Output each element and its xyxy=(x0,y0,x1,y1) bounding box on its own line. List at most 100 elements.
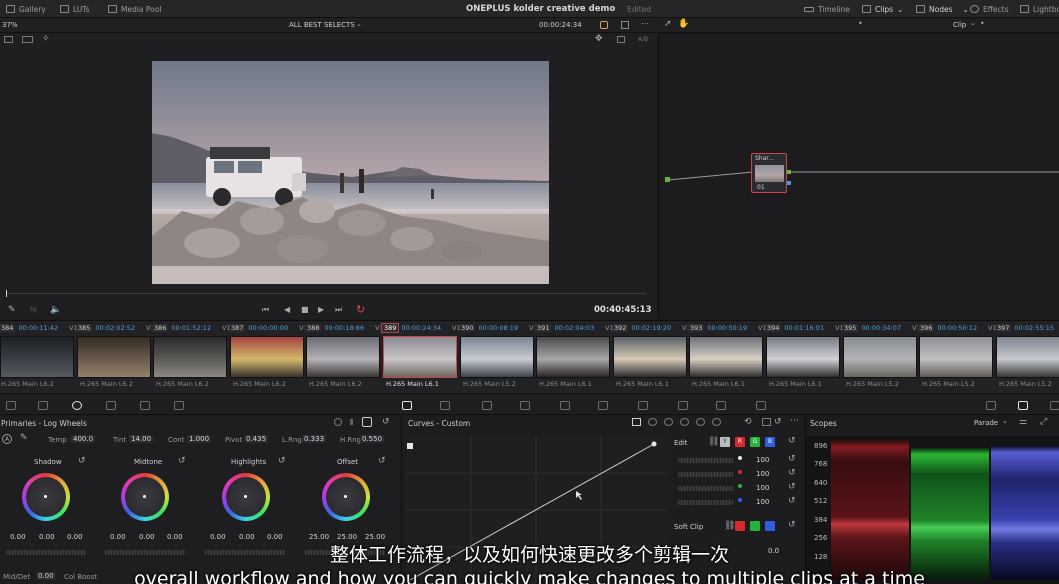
clip-filter-select[interactable]: ALL BEST SELECTS xyxy=(289,21,355,29)
clip-thumbnail[interactable] xyxy=(153,336,227,378)
more-options-icon[interactable]: ⋯ xyxy=(790,416,799,426)
palette-tool-icon[interactable] xyxy=(520,401,530,410)
palette-tool-icon[interactable] xyxy=(678,401,688,410)
palette-tool-icon[interactable] xyxy=(140,401,150,410)
palette-tool-icon[interactable] xyxy=(560,401,570,410)
palette-tool-icon[interactable] xyxy=(1050,401,1059,410)
g-channel-button[interactable]: G xyxy=(750,437,760,447)
sync-icon[interactable]: ⟲ xyxy=(744,417,752,427)
r-channel-button[interactable]: R xyxy=(735,437,745,447)
wipe-icon[interactable] xyxy=(617,36,625,43)
highlights-wheel-puck[interactable] xyxy=(244,495,247,498)
pen-icon[interactable]: ✎ xyxy=(8,305,16,315)
reset-icon[interactable]: ↺ xyxy=(382,417,390,427)
luts-button[interactable]: LUTs xyxy=(60,0,90,18)
shadow-wheel-puck[interactable] xyxy=(44,495,47,498)
node-alpha-output[interactable] xyxy=(787,181,791,185)
curve-mode-icon[interactable] xyxy=(680,418,689,426)
clip-thumbnail[interactable] xyxy=(689,336,763,378)
palette-tool-icon[interactable] xyxy=(6,401,16,410)
clip-thumbnail[interactable] xyxy=(77,336,151,378)
softclip-g-button[interactable] xyxy=(750,521,760,531)
b-channel-button[interactable]: B xyxy=(765,437,775,447)
auto-icon[interactable]: A xyxy=(2,434,12,444)
clip-thumbnail[interactable] xyxy=(230,336,304,378)
magic-wand-icon[interactable]: ✧ xyxy=(42,34,50,44)
clip-thumbnail[interactable] xyxy=(536,336,610,378)
midtone-wheel-puck[interactable] xyxy=(143,495,146,498)
skip-back-icon[interactable]: ⏮ xyxy=(262,305,269,315)
node-mode-select[interactable]: Clip xyxy=(953,21,966,29)
more-options-icon[interactable]: ⋯ xyxy=(641,19,649,28)
link-icon[interactable]: ⛓ xyxy=(724,521,735,531)
palette-tool-icon[interactable] xyxy=(756,401,766,410)
highlight-icon[interactable] xyxy=(600,21,608,29)
scrubber-track[interactable] xyxy=(6,293,646,294)
g-intensity-value[interactable]: 100 xyxy=(756,484,769,492)
node-01[interactable]: Shar... 01 xyxy=(751,153,791,193)
clip-thumbnail[interactable] xyxy=(0,336,74,378)
view-single-icon[interactable] xyxy=(4,36,13,43)
clip-thumbnail[interactable] xyxy=(766,336,840,378)
clips-button[interactable]: Clips ⌄ xyxy=(862,0,903,18)
clip-thumbnail[interactable] xyxy=(613,336,687,378)
playhead[interactable] xyxy=(6,290,7,297)
y-intensity-slider[interactable] xyxy=(678,458,733,463)
play-icon[interactable]: ▶ xyxy=(318,305,324,314)
reset-icon[interactable]: ↺ xyxy=(788,496,796,506)
hand-icon[interactable]: ✋ xyxy=(678,19,689,29)
node-rgb-output[interactable] xyxy=(787,170,791,174)
palette-tool-icon[interactable] xyxy=(598,401,608,410)
scope-mode-select[interactable]: Parade xyxy=(974,419,998,427)
midtone-wheel[interactable] xyxy=(121,473,169,521)
nodes-button[interactable]: Nodes ⌄ xyxy=(916,0,969,18)
r-intensity-value[interactable]: 100 xyxy=(756,470,769,478)
curve-mode-icon[interactable] xyxy=(664,418,673,426)
reset-icon[interactable]: ↺ xyxy=(788,520,796,530)
palette-tool-icon[interactable] xyxy=(716,401,726,410)
pivot-field[interactable]: 0.435 xyxy=(244,435,269,443)
reset-icon[interactable]: ↺ xyxy=(178,456,186,466)
stop-icon[interactable]: ■ xyxy=(301,305,309,314)
timeline-button[interactable]: Timeline xyxy=(804,0,850,18)
clip-thumbnail[interactable] xyxy=(383,336,457,378)
shadow-wheel[interactable] xyxy=(22,473,70,521)
reset-icon[interactable]: ↺ xyxy=(788,436,796,446)
palette-tool-icon[interactable] xyxy=(482,401,492,410)
softclip-r-button[interactable] xyxy=(735,521,745,531)
palette-tool-icon[interactable] xyxy=(402,401,412,410)
viewer-frame[interactable] xyxy=(152,61,549,284)
y-intensity-value[interactable]: 100 xyxy=(756,456,769,464)
auto-balance-icon[interactable] xyxy=(334,418,342,426)
gallery-button[interactable]: Gallery xyxy=(6,0,46,18)
contrast-field[interactable]: 1.000 xyxy=(187,435,212,443)
settings-icon[interactable]: ⚌ xyxy=(1019,417,1027,427)
media-pool-button[interactable]: Media Pool xyxy=(108,0,161,18)
clip-thumbnail[interactable] xyxy=(996,336,1059,378)
wheels-view-icon[interactable] xyxy=(362,417,372,427)
effects-button[interactable]: Effects xyxy=(970,0,1009,18)
clip-thumbnail[interactable] xyxy=(919,336,993,378)
zoom-level[interactable]: 37% xyxy=(2,21,18,29)
pointer-icon[interactable]: ➚ xyxy=(664,19,672,29)
palette-tool-icon[interactable] xyxy=(106,401,116,410)
reset-icon[interactable]: ↺ xyxy=(788,454,796,464)
clip-thumbnail[interactable] xyxy=(843,336,917,378)
clip-thumbnail[interactable] xyxy=(306,336,380,378)
picker-icon[interactable]: ✎ xyxy=(20,433,28,443)
fullscreen-icon[interactable] xyxy=(621,21,629,29)
tint-field[interactable]: 14.00 xyxy=(129,435,154,443)
b-intensity-value[interactable]: 100 xyxy=(756,498,769,506)
reset-icon[interactable]: ↺ xyxy=(378,456,386,466)
highlights-wheel[interactable] xyxy=(222,473,270,521)
bars-icon[interactable]: ⫴ xyxy=(350,418,353,428)
reset-icon[interactable]: ↺ xyxy=(78,456,86,466)
r-intensity-slider[interactable] xyxy=(678,472,733,477)
expand-icon[interactable]: ⤢ xyxy=(1040,417,1047,427)
speaker-icon[interactable]: 🔈 xyxy=(50,305,61,315)
grid-icon[interactable] xyxy=(762,418,771,426)
g-intensity-slider[interactable] xyxy=(678,486,733,491)
view-split-icon[interactable] xyxy=(22,36,33,43)
palette-tool-icon[interactable] xyxy=(440,401,450,410)
reset-icon[interactable]: ↺ xyxy=(278,456,286,466)
